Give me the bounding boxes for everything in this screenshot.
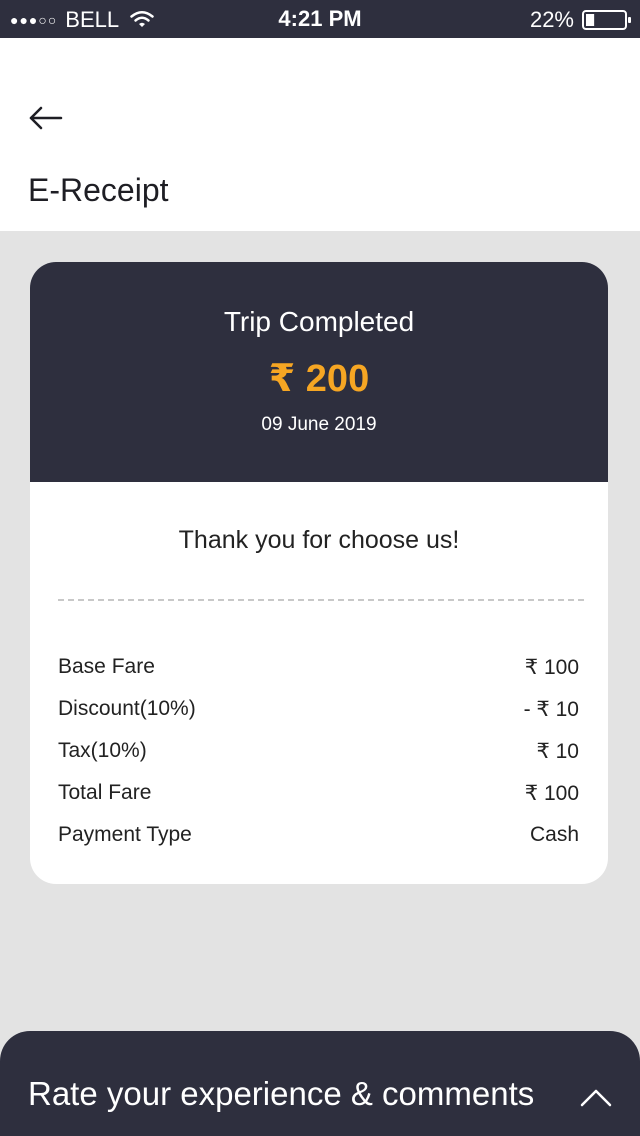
carrier-name: BELL <box>65 7 120 32</box>
battery-icon <box>582 10 631 30</box>
back-button[interactable] <box>24 100 68 136</box>
fare-label: Payment Type <box>58 823 192 846</box>
status-bar: ●●●○○ BELL 4:21 PM 22% <box>0 0 640 38</box>
wifi-icon <box>130 11 154 27</box>
trip-date: 09 June 2019 <box>261 414 377 435</box>
fare-row-discount: Discount(10%) - ₹ 10 <box>58 688 579 730</box>
chevron-up-icon[interactable] <box>580 1087 612 1107</box>
fare-label: Tax(10%) <box>58 739 147 762</box>
trip-status: Trip Completed <box>223 306 415 337</box>
trip-amount: ₹ 200 <box>268 358 370 400</box>
fare-label: Base Fare <box>58 655 155 678</box>
dashed-divider <box>58 599 584 601</box>
arrow-left-icon <box>29 106 63 130</box>
fare-value: Cash <box>529 823 579 846</box>
fare-breakdown: Base Fare ₹ 100 Discount(10%) - ₹ 10 Tax… <box>58 646 579 856</box>
fare-label: Discount(10%) <box>58 697 196 720</box>
header: E-Receipt <box>0 38 640 231</box>
receipt-summary: Trip Completed ₹ 200 09 June 2019 <box>30 262 608 482</box>
fare-row-payment-type: Payment Type Cash <box>58 814 579 856</box>
receipt-card: Trip Completed ₹ 200 09 June 2019 Thank … <box>30 262 608 884</box>
status-right: 22% <box>530 7 632 33</box>
battery-percentage: 22% <box>529 7 574 32</box>
fare-value: ₹ 100 <box>524 781 579 805</box>
page-title: E-Receipt <box>28 172 169 208</box>
fare-value: ₹ 100 <box>524 655 579 679</box>
fare-row-total-fare: Total Fare ₹ 100 <box>58 772 579 814</box>
rate-experience-panel[interactable]: Rate your experience & comments <box>0 1031 640 1136</box>
fare-value: - ₹ 10 <box>523 697 579 721</box>
fare-label: Total Fare <box>58 781 152 804</box>
fare-value: ₹ 10 <box>536 739 579 763</box>
fare-row-base-fare: Base Fare ₹ 100 <box>58 646 579 688</box>
status-left: ●●●○○ BELL <box>10 7 155 33</box>
fare-row-tax: Tax(10%) ₹ 10 <box>58 730 579 772</box>
signal-strength-icon: ●●●○○ <box>10 12 58 28</box>
rate-experience-label: Rate your experience & comments <box>28 1075 535 1112</box>
thank-you-message: Thank you for choose us! <box>178 526 460 554</box>
